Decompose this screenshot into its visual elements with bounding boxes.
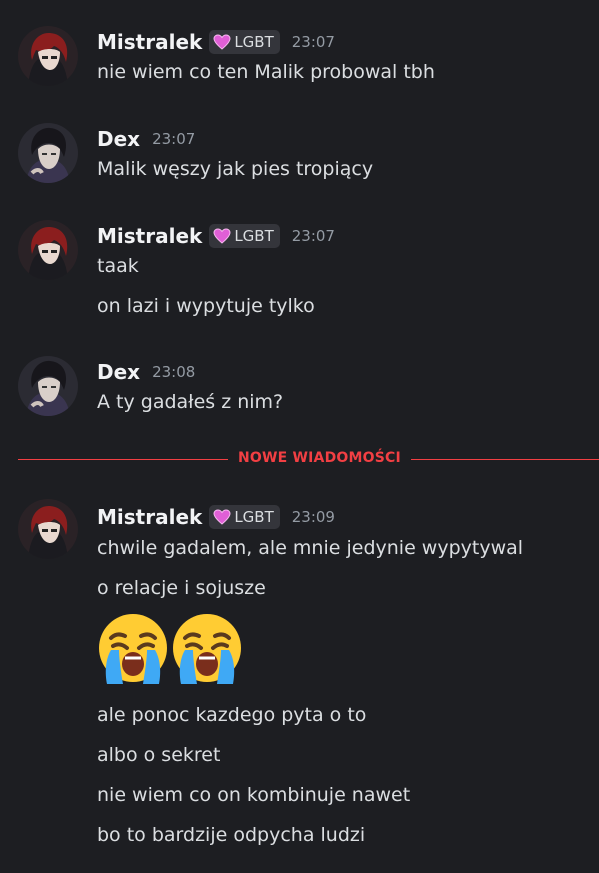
sob-emoji-icon[interactable] — [95, 612, 171, 688]
avatar-mistralek[interactable] — [18, 499, 78, 559]
message-text: nie wiem co ten Malik probowal tbh — [97, 61, 435, 83]
server-tag-label: LGBT — [234, 508, 274, 526]
new-messages-label: NOWE WIADOMOŚCI — [228, 450, 411, 466]
timestamp: 23:07 — [152, 130, 196, 148]
message-group: Mistralek LGBT 23:09 chwile gadalem, ale… — [0, 499, 599, 853]
username[interactable]: Mistralek — [97, 30, 202, 54]
message-group: Dex 23:07 Malik węszy jak pies tropiący — [0, 123, 599, 185]
avatar-dex-image — [18, 356, 78, 416]
message-group: Mistralek LGBT 23:07 taak on lazi i wypy… — [0, 220, 599, 322]
message-text: ale ponoc kazdego pyta o to — [97, 704, 367, 726]
timestamp: 23:07 — [291, 227, 335, 245]
message-header: Mistralek LGBT 23:07 — [97, 28, 335, 56]
avatar-mistralek-image — [18, 26, 78, 86]
avatar-dex[interactable] — [18, 356, 78, 416]
avatar-dex-image — [18, 123, 78, 183]
username[interactable]: Mistralek — [97, 224, 202, 248]
avatar-mistralek[interactable] — [18, 220, 78, 280]
message-text: albo o sekret — [97, 744, 221, 766]
message-group: Mistralek LGBT 23:07 nie wiem co ten Mal… — [0, 26, 599, 88]
message-text: bo to bardzije odpycha ludzi — [97, 824, 366, 846]
emoji-row — [95, 612, 243, 688]
message-header: Dex 23:08 — [97, 358, 195, 386]
timestamp: 23:07 — [291, 33, 335, 51]
message-group: Dex 23:08 A ty gadałeś z nim? — [0, 356, 599, 418]
server-tag[interactable]: LGBT — [209, 505, 280, 529]
sob-emoji-icon[interactable] — [169, 612, 245, 688]
username[interactable]: Dex — [97, 127, 140, 151]
new-messages-divider: NOWE WIADOMOŚCI — [18, 450, 599, 466]
heart-icon — [213, 228, 231, 244]
timestamp: 23:09 — [291, 508, 335, 526]
server-tag-label: LGBT — [234, 227, 274, 245]
message-text: Malik węszy jak pies tropiący — [97, 158, 374, 180]
username[interactable]: Dex — [97, 360, 140, 384]
message-header: Dex 23:07 — [97, 125, 195, 153]
message-text: chwile gadalem, ale mnie jedynie wypytyw… — [97, 537, 524, 559]
avatar-dex[interactable] — [18, 123, 78, 183]
server-tag-label: LGBT — [234, 33, 274, 51]
message-text: taak — [97, 255, 139, 277]
message-header: Mistralek LGBT 23:09 — [97, 503, 335, 531]
server-tag[interactable]: LGBT — [209, 224, 280, 248]
message-text: A ty gadałeś z nim? — [97, 391, 284, 413]
message-text: on lazi i wypytuje tylko — [97, 295, 315, 317]
message-text: nie wiem co on kombinuje nawet — [97, 784, 411, 806]
avatar-mistralek-image — [18, 220, 78, 280]
message-text: o relacje i sojusze — [97, 577, 266, 599]
avatar-mistralek-image — [18, 499, 78, 559]
heart-icon — [213, 34, 231, 50]
timestamp: 23:08 — [152, 363, 196, 381]
avatar-mistralek[interactable] — [18, 26, 78, 86]
heart-icon — [213, 509, 231, 525]
server-tag[interactable]: LGBT — [209, 30, 280, 54]
message-header: Mistralek LGBT 23:07 — [97, 222, 335, 250]
username[interactable]: Mistralek — [97, 505, 202, 529]
